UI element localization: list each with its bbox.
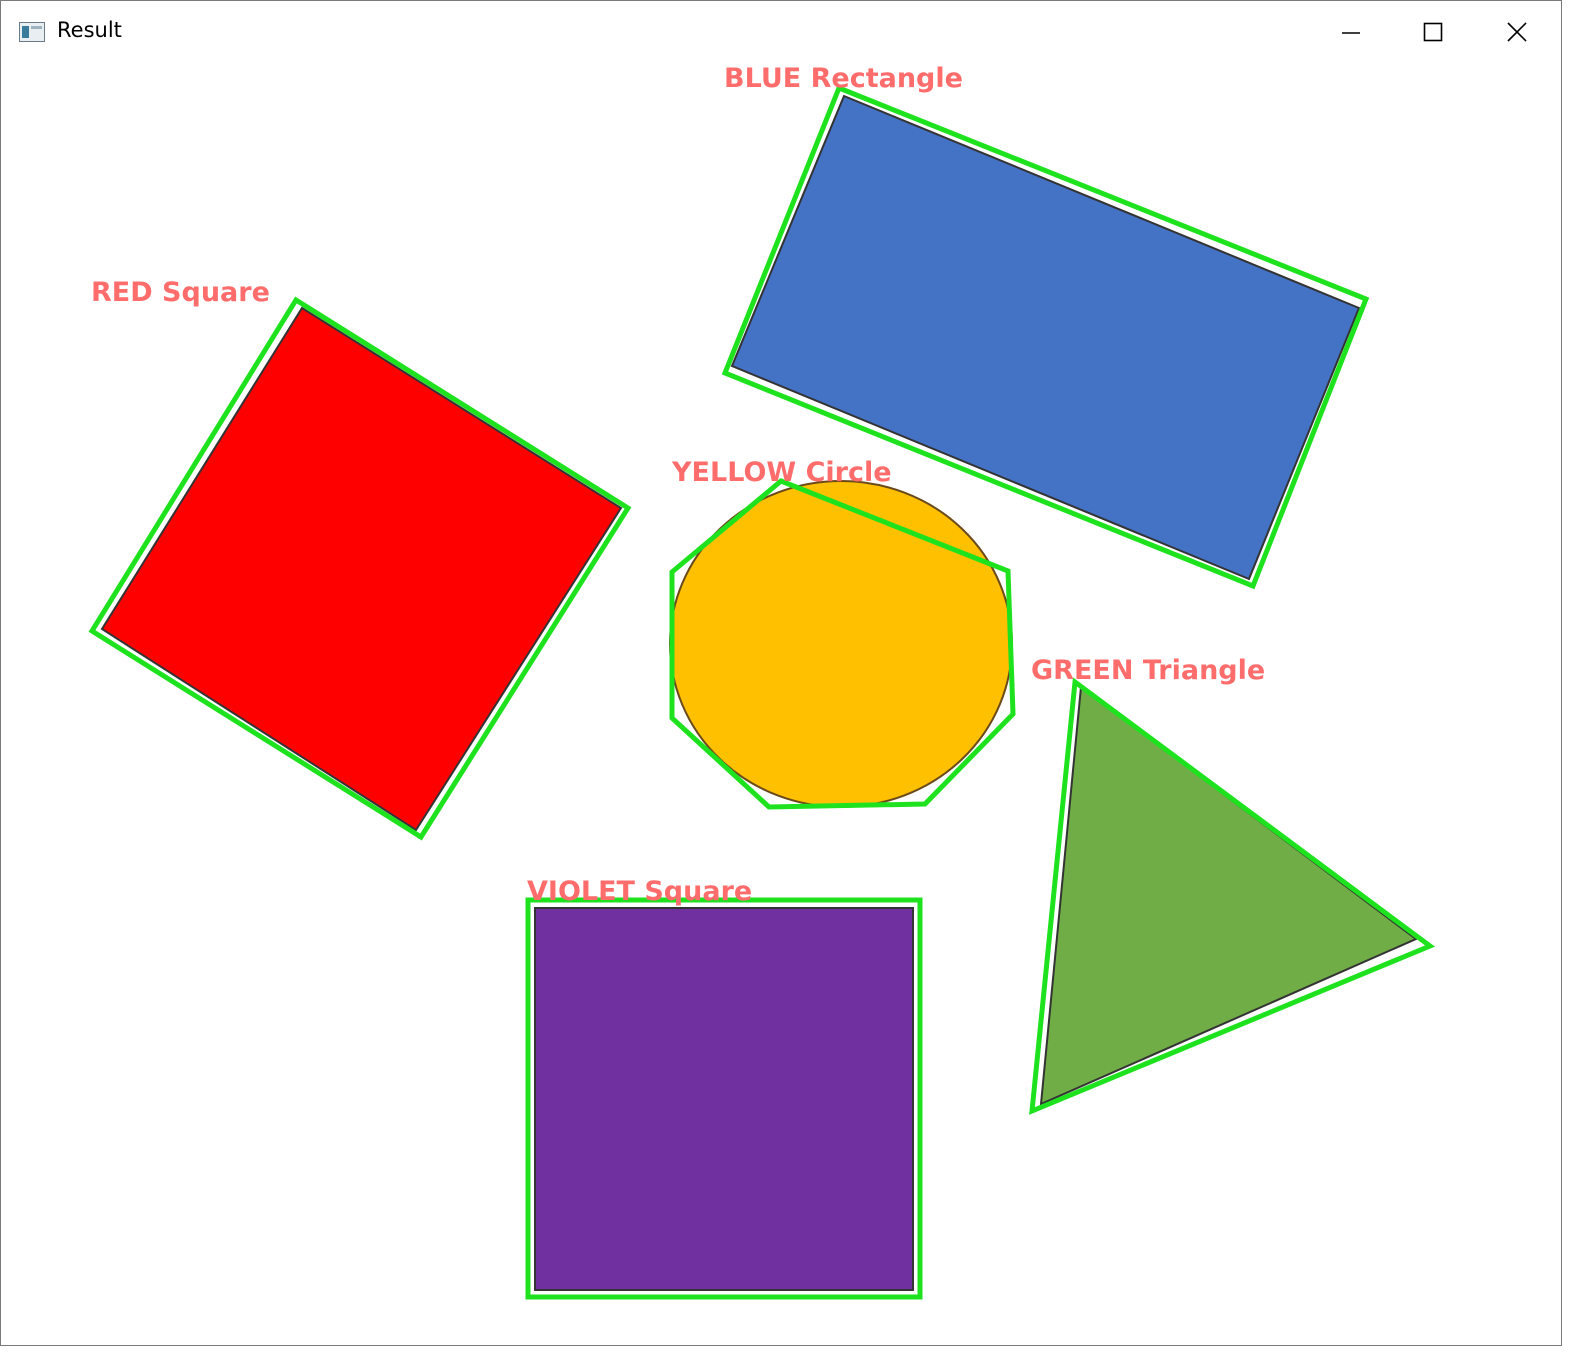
image-canvas: RED Square BLUE Rectangle YELLOW Circle … bbox=[88, 63, 1436, 1300]
red-square-label: RED Square bbox=[91, 277, 270, 308]
red-square-shape bbox=[100, 306, 623, 832]
violet-square-shape bbox=[534, 907, 914, 1291]
blue-rectangle-label: BLUE Rectangle bbox=[724, 63, 963, 94]
yellow-circle-label: YELLOW Circle bbox=[671, 457, 892, 488]
result-window: Result RED Square BLUE Rectangle YELLOW … bbox=[0, 0, 1562, 1346]
violet-square-label: VIOLET Square bbox=[527, 876, 752, 907]
green-triangle-label: GREEN Triangle bbox=[1031, 655, 1265, 686]
